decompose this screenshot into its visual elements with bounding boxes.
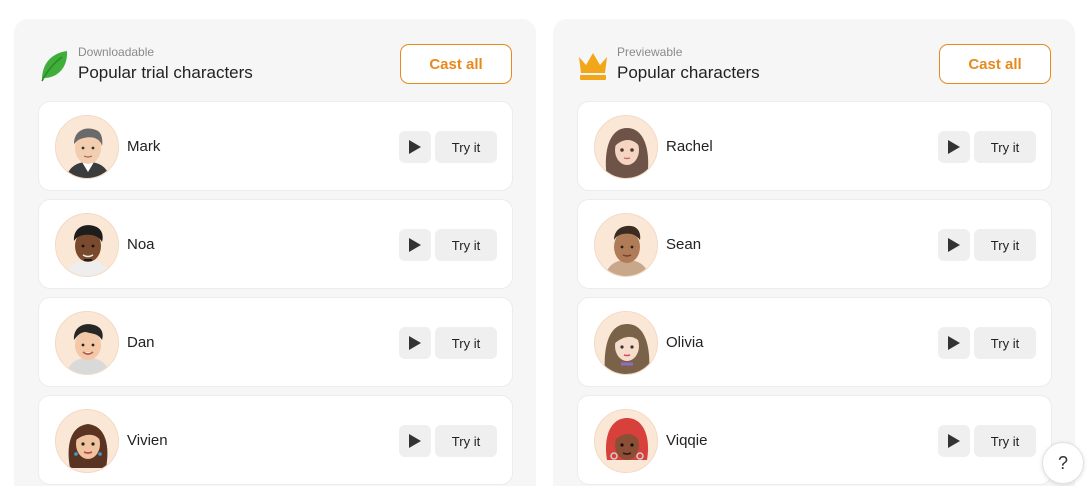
cast-all-button[interactable]: Cast all: [939, 44, 1051, 84]
avatar: [594, 311, 658, 375]
try-it-button[interactable]: Try it: [435, 131, 497, 163]
try-it-button[interactable]: Try it: [435, 229, 497, 261]
avatar: [594, 213, 658, 277]
try-it-button[interactable]: Try it: [435, 327, 497, 359]
character-name: Vivien: [127, 432, 168, 449]
panel-kicker: Downloadable: [78, 45, 155, 59]
play-button[interactable]: [938, 229, 970, 261]
avatar: [55, 409, 119, 473]
character-card-olivia: Olivia Try it: [577, 297, 1052, 387]
panel-header: Previewable Popular characters Cast all: [577, 43, 1051, 85]
character-name: Olivia: [666, 334, 704, 351]
leaf-icon: [38, 47, 70, 83]
avatar: [55, 213, 119, 277]
character-name: Mark: [127, 138, 161, 155]
character-name: Dan: [127, 334, 155, 351]
play-icon: [948, 238, 960, 252]
play-icon: [948, 434, 960, 448]
avatar: [55, 311, 119, 375]
help-button[interactable]: ?: [1042, 442, 1084, 484]
crown-icon: [577, 47, 609, 83]
try-it-button[interactable]: Try it: [435, 425, 497, 457]
play-button[interactable]: [399, 229, 431, 261]
character-name: Viqqie: [666, 432, 708, 449]
play-button[interactable]: [938, 327, 970, 359]
try-it-button[interactable]: Try it: [974, 131, 1036, 163]
character-list: Rachel Try it Sean Try it Olivia Try it …: [577, 101, 1052, 486]
character-name: Noa: [127, 236, 155, 253]
play-button[interactable]: [399, 131, 431, 163]
play-icon: [409, 434, 421, 448]
play-button[interactable]: [399, 425, 431, 457]
try-it-button[interactable]: Try it: [974, 327, 1036, 359]
play-icon: [409, 140, 421, 154]
panel-title: Popular characters: [617, 63, 760, 82]
panel-kicker: Previewable: [617, 45, 683, 59]
character-card-sean: Sean Try it: [577, 199, 1052, 289]
play-icon: [409, 336, 421, 350]
panel-title: Popular trial characters: [78, 63, 253, 82]
character-name: Rachel: [666, 138, 713, 155]
try-it-button[interactable]: Try it: [974, 229, 1036, 261]
play-button[interactable]: [938, 425, 970, 457]
popular-characters-panel: Previewable Popular characters Cast all …: [553, 19, 1075, 486]
character-name: Sean: [666, 236, 702, 253]
play-icon: [948, 140, 960, 154]
character-card-mark: Mark Try it: [38, 101, 513, 191]
cast-all-button[interactable]: Cast all: [400, 44, 512, 84]
play-button[interactable]: [399, 327, 431, 359]
character-card-viqqie: Viqqie Try it: [577, 395, 1052, 485]
avatar: [594, 115, 658, 179]
character-card-vivien: Vivien Try it: [38, 395, 513, 485]
play-button[interactable]: [938, 131, 970, 163]
trial-characters-panel: Downloadable Popular trial characters Ca…: [14, 19, 536, 486]
panel-header: Downloadable Popular trial characters Ca…: [38, 43, 512, 85]
character-card-dan: Dan Try it: [38, 297, 513, 387]
avatar: [55, 115, 119, 179]
character-card-rachel: Rachel Try it: [577, 101, 1052, 191]
play-icon: [409, 238, 421, 252]
try-it-button[interactable]: Try it: [974, 425, 1036, 457]
avatar: [594, 409, 658, 473]
character-list: Mark Try it Noa Try it Dan Try it Vivien…: [38, 101, 513, 486]
play-icon: [948, 336, 960, 350]
character-card-noa: Noa Try it: [38, 199, 513, 289]
